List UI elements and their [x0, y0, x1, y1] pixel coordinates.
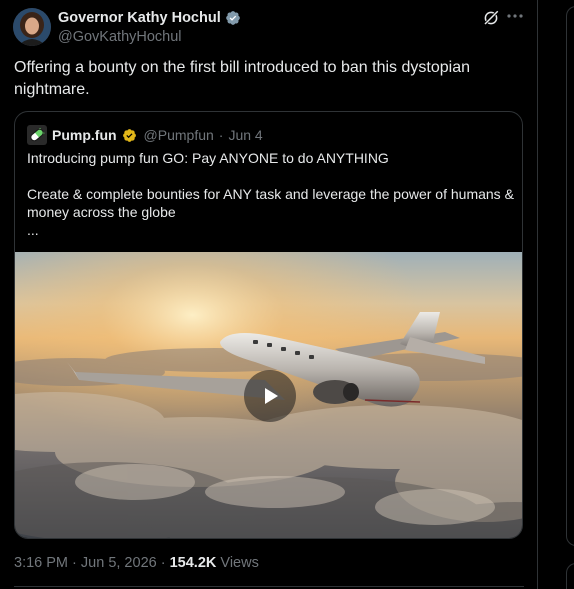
more-options-icon[interactable] [505, 6, 525, 26]
quoted-line-3: ... [27, 222, 39, 238]
meta-separator-2: · [160, 555, 166, 571]
quoted-handle: @Pumpfun [143, 127, 214, 143]
sidebar-card-lower [566, 563, 574, 589]
post-time[interactable]: 3:16 PM [14, 555, 68, 571]
view-count: 154.2K [169, 555, 217, 571]
quoted-line-1: Introducing pump fun GO: Pay ANYONE to d… [27, 150, 389, 166]
pumpfun-avatar [27, 125, 47, 145]
tweet-post: Governor Kathy Hochul @GovKathyHochul Of… [0, 0, 538, 589]
author-name-row: Governor Kathy Hochul [58, 10, 241, 26]
quoted-author-name: Pump.fun [52, 127, 117, 143]
tweet-meta: 3:16 PM · Jun 5, 2026 · 154.2K Views [14, 555, 259, 571]
gold-verified-icon [122, 128, 136, 142]
sidebar-card [566, 6, 574, 546]
quoted-text: Introducing pump fun GO: Pay ANYONE to d… [27, 149, 517, 239]
tweet-text: Offering a bounty on the first bill intr… [14, 59, 470, 98]
quoted-tweet[interactable]: Pump.fun @Pumpfun · Jun 4 Introducing pu… [14, 111, 523, 539]
quoted-line-2: Create & complete bounties for ANY task … [27, 186, 514, 220]
quoted-date: Jun 4 [228, 127, 263, 143]
author-handle[interactable]: @GovKathyHochul [58, 29, 182, 45]
quoted-header: Pump.fun @Pumpfun · Jun 4 [27, 125, 263, 145]
meta-separator-1: · [72, 555, 77, 571]
play-icon [265, 388, 278, 404]
verified-badge-icon [225, 11, 240, 25]
views-label: Views [220, 555, 259, 571]
video-player[interactable] [15, 252, 522, 538]
divider [14, 586, 524, 587]
quoted-separator: · [218, 127, 224, 143]
author-name[interactable]: Governor Kathy Hochul [58, 10, 221, 26]
author-avatar[interactable] [13, 8, 51, 46]
post-date[interactable]: Jun 5, 2026 [81, 555, 157, 571]
grok-icon[interactable] [482, 9, 500, 27]
play-button[interactable] [244, 370, 296, 422]
